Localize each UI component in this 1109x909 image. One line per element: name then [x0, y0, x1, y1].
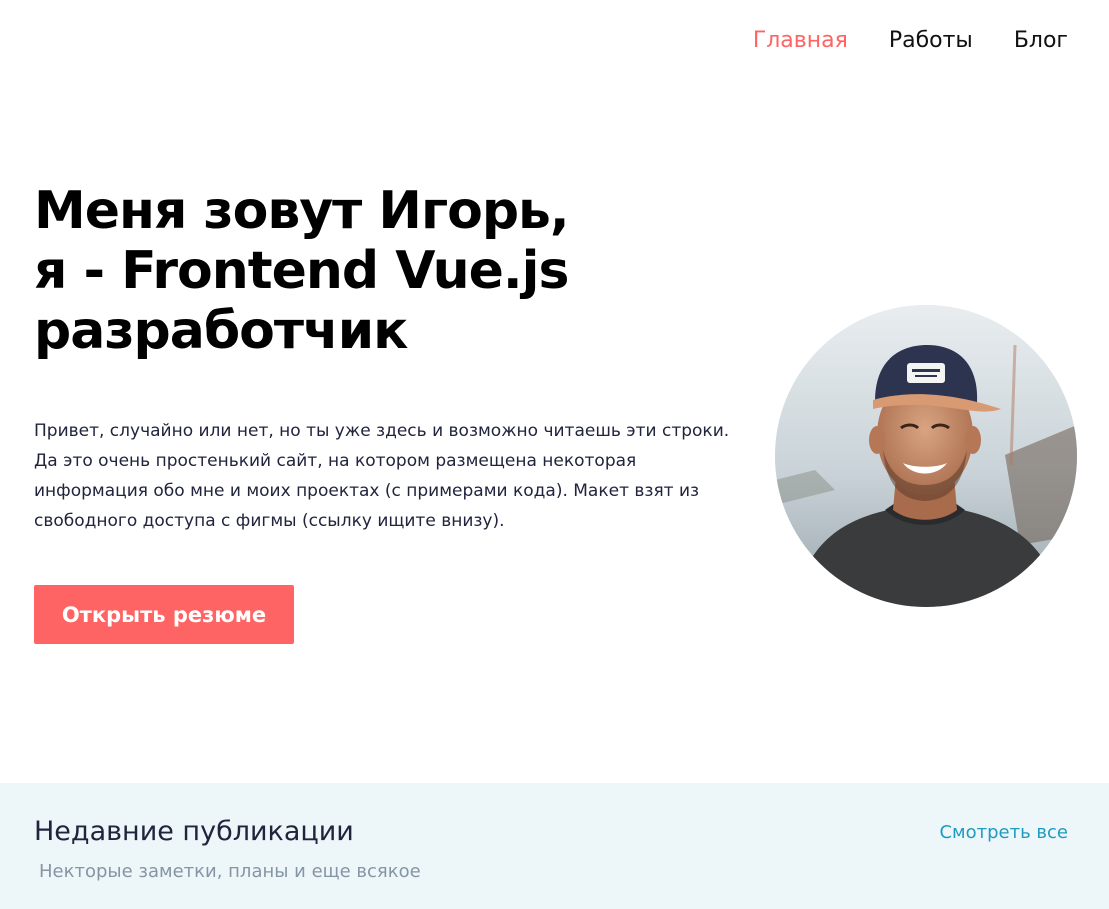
open-resume-button[interactable]: Открыть резюме: [34, 585, 294, 644]
hero-title-line-1: Меня зовут Игорь,: [34, 181, 570, 241]
view-all-link[interactable]: Смотреть все: [939, 820, 1068, 846]
avatar-photo-icon: [775, 305, 1077, 607]
nav-item-blog[interactable]: Блог: [1014, 26, 1068, 56]
main-nav: Главная Работы Блог: [753, 26, 1068, 56]
hero-title-line-3: разработчик: [34, 301, 408, 361]
hero-description: Привет, случайно или нет, но ты уже здес…: [34, 421, 730, 531]
recent-posts-subtitle: Некторые заметки, планы и еще всякое: [39, 861, 421, 882]
avatar: [775, 305, 1077, 607]
recent-posts-title: Недавние публикации: [34, 816, 354, 847]
hero-title: Меня зовут Игорь, я - Frontend Vue.js ра…: [34, 181, 674, 361]
recent-posts-section: Недавние публикации Некторые заметки, пл…: [0, 783, 1109, 909]
nav-item-works[interactable]: Работы: [889, 26, 973, 56]
page: Главная Работы Блог Меня зовут Игорь, я …: [0, 0, 1109, 909]
hero-title-line-2: я - Frontend Vue.js: [34, 241, 569, 301]
nav-item-home[interactable]: Главная: [753, 26, 848, 56]
